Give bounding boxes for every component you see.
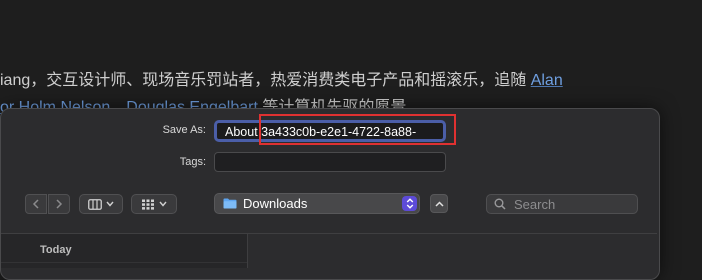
search-icon <box>494 198 506 210</box>
background-text: iang，交互设计师、现场音乐罚站者，热爱消费类电子产品和摇滚乐，追随 <box>0 72 531 89</box>
columns-view-icon <box>88 198 102 210</box>
link-alan[interactable]: Alan <box>531 72 563 89</box>
annotation-highlight-box <box>259 114 456 145</box>
location-label: Downloads <box>243 196 308 211</box>
columns-view-button[interactable] <box>79 194 123 214</box>
chevron-right-icon <box>56 199 63 209</box>
filename-prefix: About <box>225 125 262 139</box>
search-input[interactable] <box>512 195 626 213</box>
row-separator <box>1 262 247 263</box>
location-stepper[interactable] <box>402 196 417 211</box>
background-paragraph-line-1: iang，交互设计师、现场音乐罚站者，热爱消费类电子产品和摇滚乐，追随 Alan <box>0 66 563 90</box>
chevron-up-icon <box>434 200 444 207</box>
collapse-toggle-button[interactable] <box>430 194 448 213</box>
forward-button[interactable] <box>48 194 70 214</box>
section-header-today: Today <box>40 244 72 256</box>
search-field[interactable] <box>486 194 638 214</box>
chevron-left-icon <box>32 199 39 209</box>
back-button[interactable] <box>25 194 47 214</box>
grid-view-icon <box>142 199 154 210</box>
chevron-down-icon <box>106 201 114 207</box>
folder-icon <box>223 198 237 209</box>
up-down-stepper-icon <box>406 198 413 209</box>
save-as-label: Save As: <box>162 124 206 136</box>
location-popup[interactable]: Downloads <box>214 193 420 214</box>
chevron-down-icon <box>159 201 167 207</box>
tags-field[interactable] <box>214 152 446 172</box>
tags-label: Tags: <box>179 156 206 168</box>
grid-view-button[interactable] <box>131 194 177 214</box>
